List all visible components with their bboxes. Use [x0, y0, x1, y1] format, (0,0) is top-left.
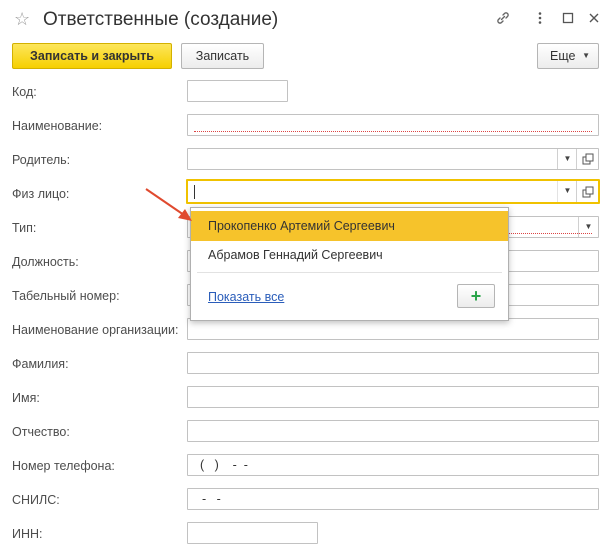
code-input[interactable] — [187, 80, 288, 102]
org-label: Наименование организации: — [12, 323, 179, 337]
more-label: Еще — [550, 49, 576, 63]
person-open-icon[interactable] — [576, 181, 598, 202]
favorite-star-icon[interactable]: ☆ — [14, 9, 30, 29]
parent-label: Родитель: — [12, 153, 71, 167]
toolbar: Записать и закрыть Записать Еще ▼ — [0, 42, 615, 72]
add-button[interactable]: + — [457, 284, 495, 308]
position-label: Должность: — [12, 255, 79, 269]
tabnum-label: Табельный номер: — [12, 289, 120, 303]
window-title: Ответственные (создание) — [43, 9, 279, 30]
person-dropdown-list: Прокопенко Артемий Сергеевич Абрамов Ген… — [190, 207, 509, 321]
name-label: Наименование: — [12, 119, 103, 133]
type-dropdown-button[interactable]: ▼ — [578, 217, 598, 237]
plus-icon: + — [470, 286, 482, 306]
org-input[interactable] — [187, 318, 599, 340]
more-button[interactable]: Еще ▼ — [537, 43, 599, 69]
dropdown-item-0[interactable]: Прокопенко Артемий Сергеевич — [191, 211, 508, 241]
patronymic-input[interactable] — [187, 420, 599, 442]
name-input[interactable] — [187, 114, 599, 136]
show-all-link[interactable]: Показать все — [208, 290, 284, 304]
phone-label: Номер телефона: — [12, 459, 115, 473]
parent-dropdown-button[interactable]: ▼ — [557, 149, 577, 169]
phone-input[interactable]: ( ) - - — [187, 454, 599, 476]
dropdown-divider — [197, 272, 502, 273]
parent-open-icon[interactable] — [576, 149, 598, 169]
snils-input[interactable]: - - — [187, 488, 599, 510]
close-icon[interactable] — [585, 10, 603, 28]
surname-label: Фамилия: — [12, 357, 69, 371]
patronymic-label: Отчество: — [12, 425, 70, 439]
code-label: Код: — [12, 85, 37, 99]
dropdown-item-1[interactable]: Абрамов Геннадий Сергеевич — [191, 240, 508, 270]
inn-input[interactable] — [187, 522, 318, 544]
type-label: Тип: — [12, 221, 37, 235]
snils-label: СНИЛС: — [12, 493, 60, 507]
person-field[interactable]: ▼ — [186, 179, 600, 204]
surname-input[interactable] — [187, 352, 599, 374]
person-label: Физ лицо: — [12, 187, 70, 201]
firstname-label: Имя: — [12, 391, 40, 405]
link-icon[interactable] — [494, 10, 512, 28]
firstname-input[interactable] — [187, 386, 599, 408]
title-bar: ☆ Ответственные (создание) — [0, 0, 615, 40]
chevron-down-icon: ▼ — [582, 51, 590, 60]
annotation-arrow-icon — [145, 188, 192, 221]
parent-field[interactable]: ▼ — [187, 148, 599, 170]
save-button[interactable]: Записать — [181, 43, 264, 69]
person-dropdown-button[interactable]: ▼ — [557, 181, 577, 202]
maximize-icon[interactable] — [559, 10, 577, 28]
inn-label: ИНН: — [12, 527, 43, 541]
more-vertical-icon[interactable] — [531, 10, 549, 28]
save-close-button[interactable]: Записать и закрыть — [12, 43, 172, 69]
